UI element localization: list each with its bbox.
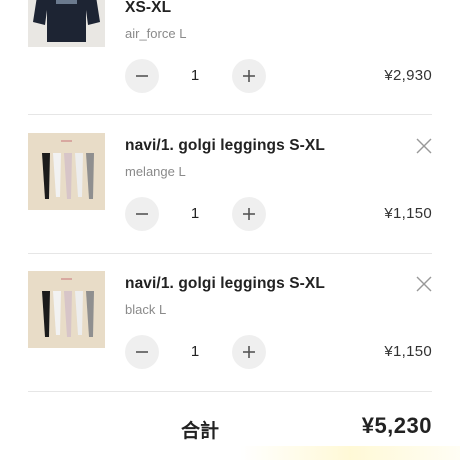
product-price: ¥1,150	[384, 343, 432, 360]
plus-icon	[243, 346, 255, 358]
product-price: ¥1,150	[384, 205, 432, 222]
product-thumbnail[interactable]	[28, 133, 105, 210]
product-price: ¥2,930	[384, 67, 432, 84]
product-title[interactable]: navi/1. golgi leggings S-XL	[125, 137, 325, 155]
minus-icon	[136, 75, 148, 77]
checkout-button-glow	[240, 446, 460, 460]
minus-icon	[136, 351, 148, 353]
increment-button[interactable]	[232, 335, 266, 369]
close-icon	[416, 276, 432, 292]
item-divider	[28, 114, 432, 115]
remove-item-button[interactable]	[414, 136, 434, 156]
quantity-value: 1	[190, 205, 200, 222]
total-value: ¥5,230	[361, 413, 432, 438]
minus-icon	[136, 213, 148, 215]
product-variant: black L	[125, 302, 167, 317]
quantity-value: 1	[190, 343, 200, 360]
product-thumbnail[interactable]	[28, 0, 105, 47]
item-divider	[28, 253, 432, 254]
product-variant: melange L	[125, 164, 186, 179]
plus-icon	[243, 70, 255, 82]
leggings-image	[28, 271, 105, 348]
product-thumbnail[interactable]	[28, 271, 105, 348]
total-label: 合計	[181, 421, 220, 442]
product-title[interactable]: XS-XL	[125, 0, 171, 17]
quantity-value: 1	[190, 67, 200, 84]
increment-button[interactable]	[232, 59, 266, 93]
increment-button[interactable]	[232, 197, 266, 231]
decrement-button[interactable]	[125, 335, 159, 369]
plus-icon	[243, 208, 255, 220]
remove-item-button[interactable]	[414, 274, 434, 294]
decrement-button[interactable]	[125, 197, 159, 231]
sweatshirt-image	[28, 0, 105, 47]
decrement-button[interactable]	[125, 59, 159, 93]
product-variant: air_force L	[125, 26, 187, 41]
product-title[interactable]: navi/1. golgi leggings S-XL	[125, 275, 325, 293]
summary-divider	[28, 391, 432, 392]
leggings-image	[28, 133, 105, 210]
close-icon	[416, 138, 432, 154]
